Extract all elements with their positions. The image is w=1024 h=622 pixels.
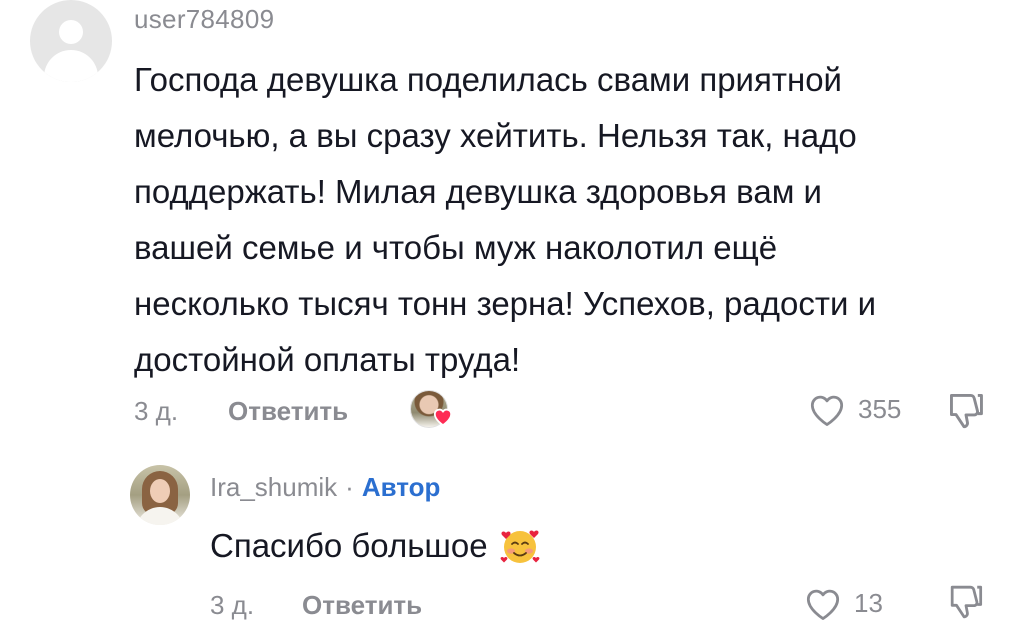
reply-author-line: Ira_shumik · Автор [210, 472, 440, 503]
thumbs-down-icon[interactable] [944, 390, 988, 430]
reply-text: Спасибо большое [210, 522, 540, 570]
reply-username[interactable]: Ira_shumik [210, 472, 337, 503]
reply-like-button[interactable]: 13 [802, 584, 883, 622]
reply-reply-button[interactable]: Ответить [302, 590, 422, 621]
comment-text-line: достойной оплаты труда! [134, 341, 521, 378]
like-button[interactable]: 355 [806, 390, 901, 428]
comment-text-line: Господа девушка поделилась свами приятно… [134, 61, 842, 98]
separator-dot: · [345, 472, 354, 502]
comment-text-line: несколько тысяч тонн зерна! Успехов, рад… [134, 285, 877, 322]
comment-text-line: вашей семье и чтобы муж наколотил ещё [134, 229, 778, 266]
reply-time: 3 д. [210, 590, 255, 620]
author-avatar[interactable] [130, 465, 190, 525]
heart-outline-icon [806, 589, 840, 620]
comment-text-line: поддержать! Милая девушка здоровья вам и [134, 173, 822, 210]
avatar-body-shape [44, 50, 98, 82]
reply-like-count: 13 [854, 587, 883, 618]
comment-item: user784809 Господа девушка поделилась св… [0, 0, 1024, 440]
thumbs-down-icon[interactable] [944, 582, 988, 620]
author-badge: Автор [361, 472, 441, 502]
creator-liked-indicator [410, 390, 454, 430]
comment-text-line: мелочью, а вы сразу хейтить. Нельзя так,… [134, 117, 857, 154]
heart-outline-icon [810, 395, 844, 426]
like-count: 355 [858, 393, 902, 424]
avatar-face-shape [150, 479, 170, 503]
creator-liked-heart-icon [433, 408, 453, 426]
comment-time: 3 д. [134, 396, 179, 426]
smiling-face-with-hearts-icon [500, 530, 539, 563]
comment-username[interactable]: user784809 [134, 4, 274, 35]
reply-text-content: Спасибо большое [210, 527, 488, 564]
default-avatar-icon[interactable] [30, 0, 112, 82]
avatar-head-shape [59, 20, 83, 44]
reply-button[interactable]: Ответить [228, 396, 348, 427]
